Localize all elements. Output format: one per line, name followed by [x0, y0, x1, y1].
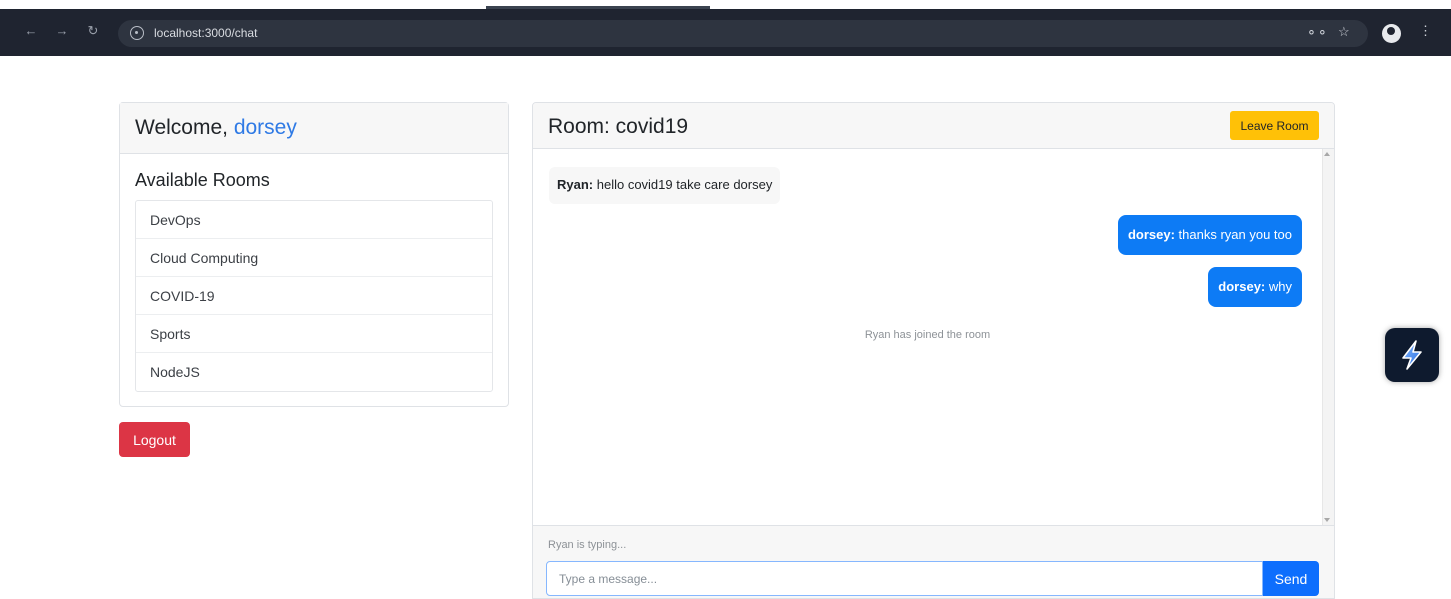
reload-icon[interactable]: ↻: [82, 20, 104, 42]
leave-room-button[interactable]: Leave Room: [1230, 111, 1319, 140]
kebab-menu-icon[interactable]: ⋮: [1419, 23, 1432, 39]
chat-card: Room: covid19 Leave Room Ryan: hello cov…: [532, 102, 1335, 599]
system-message: Ryan has joined the room: [864, 329, 991, 341]
room-item-covid-19[interactable]: COVID-19: [136, 277, 492, 315]
arrow-left-icon[interactable]: ←: [20, 20, 42, 42]
room-item-cloud-computing[interactable]: Cloud Computing: [136, 239, 492, 277]
rooms-card: Welcome, dorsey Available Rooms DevOps C…: [119, 102, 509, 407]
chat-header: Room: covid19 Leave Room: [533, 103, 1334, 149]
welcome-text: Welcome,: [135, 116, 234, 139]
message-scrollbar[interactable]: [1322, 149, 1334, 525]
welcome-header: Welcome, dorsey: [120, 103, 508, 154]
extension-button[interactable]: [1385, 328, 1439, 382]
message-sender: Ryan:: [557, 177, 594, 192]
message-sender: dorsey:: [1127, 227, 1175, 242]
browser-toolbar: ← → ↻ localhost:3000/chat ⚬⚬ ☆ ⋮: [0, 9, 1451, 56]
message-list[interactable]: Ryan: hello covid19 take care dorsey dor…: [533, 149, 1334, 525]
lightning-bolt-icon: [1402, 340, 1422, 370]
chat-footer: Ryan is typing... Send: [533, 525, 1334, 598]
star-icon[interactable]: ☆: [1338, 24, 1350, 40]
logout-button[interactable]: Logout: [119, 422, 190, 457]
message-text: hello covid19 take care dorsey: [593, 177, 773, 192]
browser-tab-strip: [0, 0, 1451, 9]
room-item-sports[interactable]: Sports: [136, 315, 492, 353]
site-info-icon[interactable]: [130, 26, 144, 40]
scroll-down-arrow-icon[interactable]: [1324, 518, 1330, 522]
message-text: thanks ryan you too: [1174, 227, 1292, 242]
message-text: why: [1265, 279, 1292, 294]
rooms-title: Available Rooms: [135, 170, 270, 190]
room-title: Room: covid19: [548, 115, 689, 138]
message-outgoing: dorsey: why: [1208, 267, 1302, 307]
username: dorsey: [233, 116, 297, 139]
address-bar[interactable]: localhost:3000/chat: [118, 20, 1368, 47]
message-sender: dorsey:: [1218, 279, 1266, 294]
scroll-up-arrow-icon[interactable]: [1324, 152, 1330, 156]
send-button[interactable]: Send: [1263, 561, 1319, 596]
message-outgoing: dorsey: thanks ryan you too: [1117, 215, 1302, 255]
room-item-nodejs[interactable]: NodeJS: [136, 353, 492, 391]
url-text[interactable]: localhost:3000/chat: [154, 26, 257, 40]
room-list: DevOps Cloud Computing COVID-19 Sports N…: [135, 200, 493, 392]
room-item-devops[interactable]: DevOps: [136, 201, 492, 239]
typing-indicator: Ryan is typing...: [548, 539, 627, 551]
profile-icon[interactable]: [1382, 24, 1401, 43]
arrow-right-icon[interactable]: →: [51, 20, 73, 42]
key-icon[interactable]: ⚬⚬: [1306, 25, 1328, 41]
message-incoming: Ryan: hello covid19 take care dorsey: [549, 167, 781, 204]
message-input[interactable]: [546, 561, 1263, 596]
